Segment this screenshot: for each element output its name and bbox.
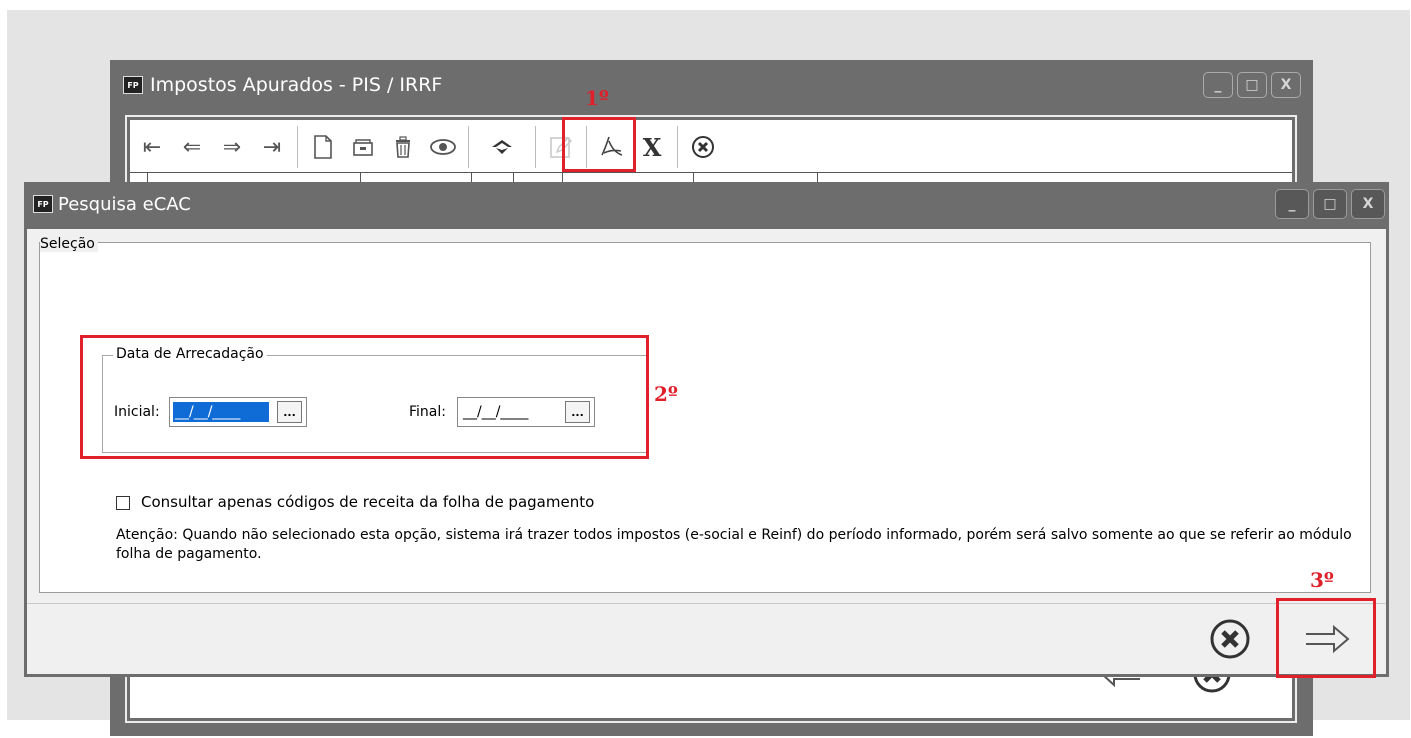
ecac-icon: [492, 140, 512, 154]
close-button[interactable]: X: [1351, 189, 1385, 219]
dialog-footer: [27, 603, 1386, 674]
dialog-title: Pesquisa eCAC: [58, 193, 191, 215]
first-record-button[interactable]: ⇤: [132, 127, 172, 167]
next-icon: ⇒: [222, 134, 242, 160]
close-button[interactable]: X: [1271, 72, 1301, 98]
step1-label: 1º: [585, 86, 609, 110]
open-folder-icon: [353, 139, 373, 156]
minimize-button[interactable]: _: [1203, 72, 1233, 98]
step1-highlight: [562, 117, 636, 172]
close-circle-icon: [1210, 619, 1250, 659]
back-window-titlebar: FP Impostos Apurados - PIS / IRRF _ □ X: [110, 60, 1313, 110]
cancel-button[interactable]: [1207, 616, 1253, 662]
back-window-title: Impostos Apurados - PIS / IRRF: [150, 74, 443, 96]
fp-app-icon: FP: [123, 76, 143, 94]
fp-app-icon: FP: [33, 195, 53, 213]
previous-record-button[interactable]: ⇐: [172, 127, 212, 167]
payroll-codes-checkbox-label[interactable]: Consultar apenas códigos de receita da f…: [141, 493, 594, 511]
step2-label: 2º: [654, 382, 678, 406]
view-eye-icon: [430, 139, 456, 155]
trash-icon: [396, 136, 410, 158]
new-document-icon: [314, 135, 332, 159]
exit-toolbar-button[interactable]: [683, 127, 723, 167]
step3-highlight: [1276, 598, 1376, 678]
new-button[interactable]: [303, 127, 343, 167]
previous-icon: ⇐: [182, 134, 202, 160]
last-icon: ⇥: [262, 134, 282, 160]
close-circle-icon: [692, 136, 714, 158]
step2-highlight: [80, 335, 649, 459]
attention-note: Atenção: Quando não selecionado esta opç…: [116, 527, 1352, 562]
delete-button[interactable]: [383, 127, 423, 167]
first-icon: ⇤: [142, 134, 162, 160]
toolbar-separator: [468, 126, 469, 168]
view-button[interactable]: [423, 127, 463, 167]
step3-label: 3º: [1310, 568, 1334, 592]
excel-icon: X: [642, 132, 662, 162]
dialog-titlebar: FP Pesquisa eCAC _ □ X: [24, 182, 1389, 226]
toolbar-separator: [297, 126, 298, 168]
next-record-button[interactable]: ⇒: [212, 127, 252, 167]
last-record-button[interactable]: ⇥: [252, 127, 292, 167]
minimize-button[interactable]: _: [1275, 189, 1309, 219]
maximize-button[interactable]: □: [1313, 189, 1347, 219]
payroll-codes-checkbox[interactable]: [116, 496, 130, 510]
excel-button[interactable]: X: [632, 127, 672, 167]
toolbar-separator: [677, 126, 678, 168]
ecac-button[interactable]: [474, 127, 530, 167]
open-button[interactable]: [343, 127, 383, 167]
maximize-button[interactable]: □: [1237, 72, 1267, 98]
selection-legend: Seleção: [40, 236, 98, 252]
toolbar-separator: [535, 126, 536, 168]
